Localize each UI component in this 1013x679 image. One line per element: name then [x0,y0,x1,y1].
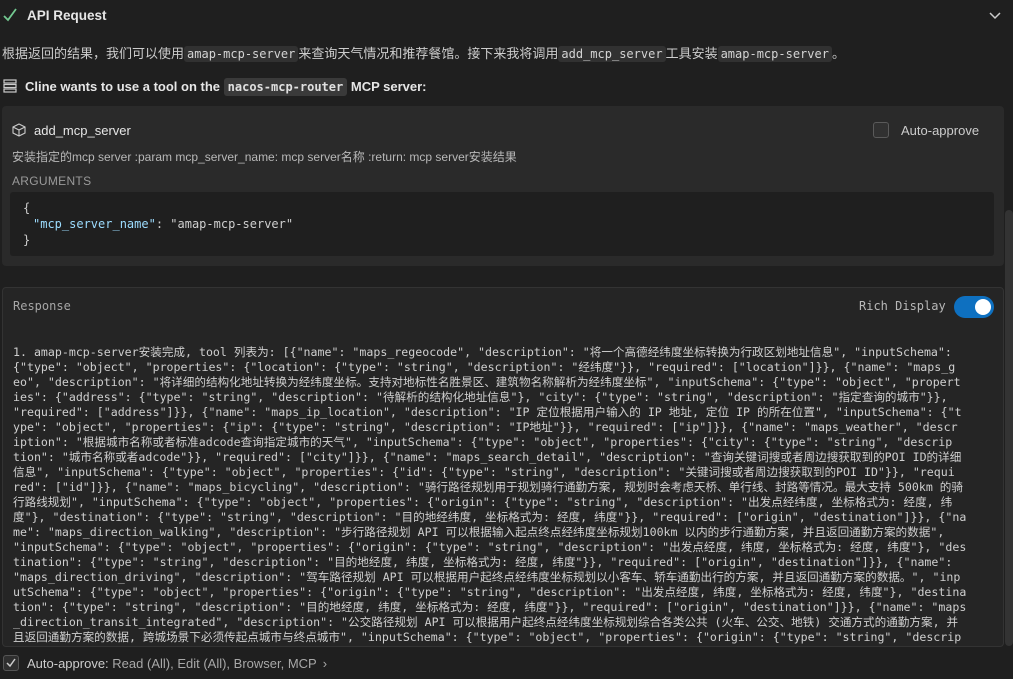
tool-card: add_mcp_server Auto-approve 安装指定的mcp ser… [2,106,1004,266]
auto-approve-footer-checkbox[interactable] [3,655,19,671]
response-line: utSchema": {"type": "object", "propertie… [13,585,967,599]
response-line: {"type": "object", "properties": {"locat… [13,360,956,374]
json-entry: "mcp_server_name": "amap-mcp-server" [33,217,294,231]
json-key: "mcp_server_name" [33,217,156,231]
mcp-request-title: Cline wants to use a tool on the nacos-m… [3,78,427,96]
response-line: red": ["id"]}}, {"name": "maps_bicycling… [13,480,963,494]
assistant-message: 根据返回的结果，我们可以使用 amap-mcp-server 来查询天气情况和推荐餐… [2,43,845,62]
response-line: 度"}, "destination": {"type": "string", "… [13,510,967,524]
auto-approve-bar: Auto-approve: Read (All), Edit (All), Br… [0,647,1013,679]
response-line: 且返回通勤方案的数据, 跨城场景下必须传起点城市与终点城市", "inputSc… [13,630,962,644]
check-icon [6,658,16,668]
response-line: me": "maps_direction_walking", "descript… [13,525,945,539]
response-label: Response [13,299,71,313]
response-line: ype": "object", "properties": {"ip": {"t… [13,420,958,434]
intro-text-3: 工具安装 [665,46,718,61]
request-suffix: MCP server: [350,79,427,94]
response-line: _direction_transit_integrated", "descrip… [13,615,959,629]
response-line: "required": ["address"]}}, {"name": "map… [13,405,962,419]
auto-approve-summary[interactable]: Auto-approve: Read (All), Edit (All), Br… [27,656,327,671]
check-icon [3,8,17,22]
arguments-label: ARGUMENTS [12,174,92,188]
intro-text-4: 。 [831,46,845,61]
footer-items: Read (All), Edit (All), Browser, MCP [112,656,317,671]
api-request-header[interactable]: API Request [0,0,1013,32]
auto-approve-checkbox[interactable] [873,122,889,138]
response-line: 行路线规划", "inputSchema": {"type": "object"… [13,495,953,509]
request-prefix: Cline wants to use a tool on the [25,79,221,94]
api-request-title: API Request [27,8,107,23]
json-close-brace: } [23,233,31,247]
tool-name: add_mcp_server [34,123,131,138]
auto-approve-label: Auto-approve [901,122,980,138]
response-content: 1. amap-mcp-server安装完成, tool 列表为: [{"nam… [13,345,993,645]
inline-code: add_mcp_server [558,46,666,62]
inline-code: amap-mcp-server [717,46,832,62]
response-line: "inputSchema": {"type": "object", "prope… [13,540,967,554]
response-line: 信息", "inputSchema": {"type": "object", "… [13,465,955,479]
chevron-down-icon[interactable] [988,10,1002,22]
response-line: tion": "城市名称或者adcode"}}, "required": ["c… [13,450,962,464]
server-icon [3,79,17,93]
auto-approve-toggle[interactable]: Auto-approve [873,120,979,140]
tool-description: 安装指定的mcp server :param mcp_server_name: … [12,150,517,164]
response-line: 1. amap-mcp-server安装完成, tool 列表为: [{"nam… [13,345,952,359]
response-line: iption": "根据城市名称或者标准adcode查询指定城市的天气", "i… [13,435,953,449]
switch-knob [975,299,991,315]
intro-text-2: 来查询天气情况和推荐餐馆。接下来我将调用 [298,46,559,61]
inline-code: amap-mcp-server [184,46,299,62]
chevron-right-icon: › [322,656,328,671]
intro-text-1: 根据返回的结果，我们可以使用 [2,46,185,61]
arguments-code-block: { "mcp_server_name": "amap-mcp-server" } [10,192,994,256]
response-line: ies": {"address": {"type": "string", "de… [13,390,948,404]
rich-display-label: Rich Display [859,299,946,313]
response-panel: Response Rich Display 1. amap-mcp-server… [2,287,1004,647]
rich-display-switch[interactable] [954,296,994,318]
response-line: tion": {"type": "string", "description":… [13,600,967,614]
json-open-brace: { [23,201,31,215]
scrollbar[interactable] [1005,210,1013,646]
response-line: "maps_direction_driving", "description":… [13,570,961,584]
json-value: "amap-mcp-server" [170,217,294,231]
response-line: eo", "description": "将详细的结构化地址转换为经纬度坐标。支… [13,375,961,389]
server-name-badge: nacos-mcp-router [223,78,348,96]
response-line: tination": {"type": "string", "descripti… [13,555,953,569]
footer-label: Auto-approve: [27,656,109,671]
cube-icon [12,123,26,137]
